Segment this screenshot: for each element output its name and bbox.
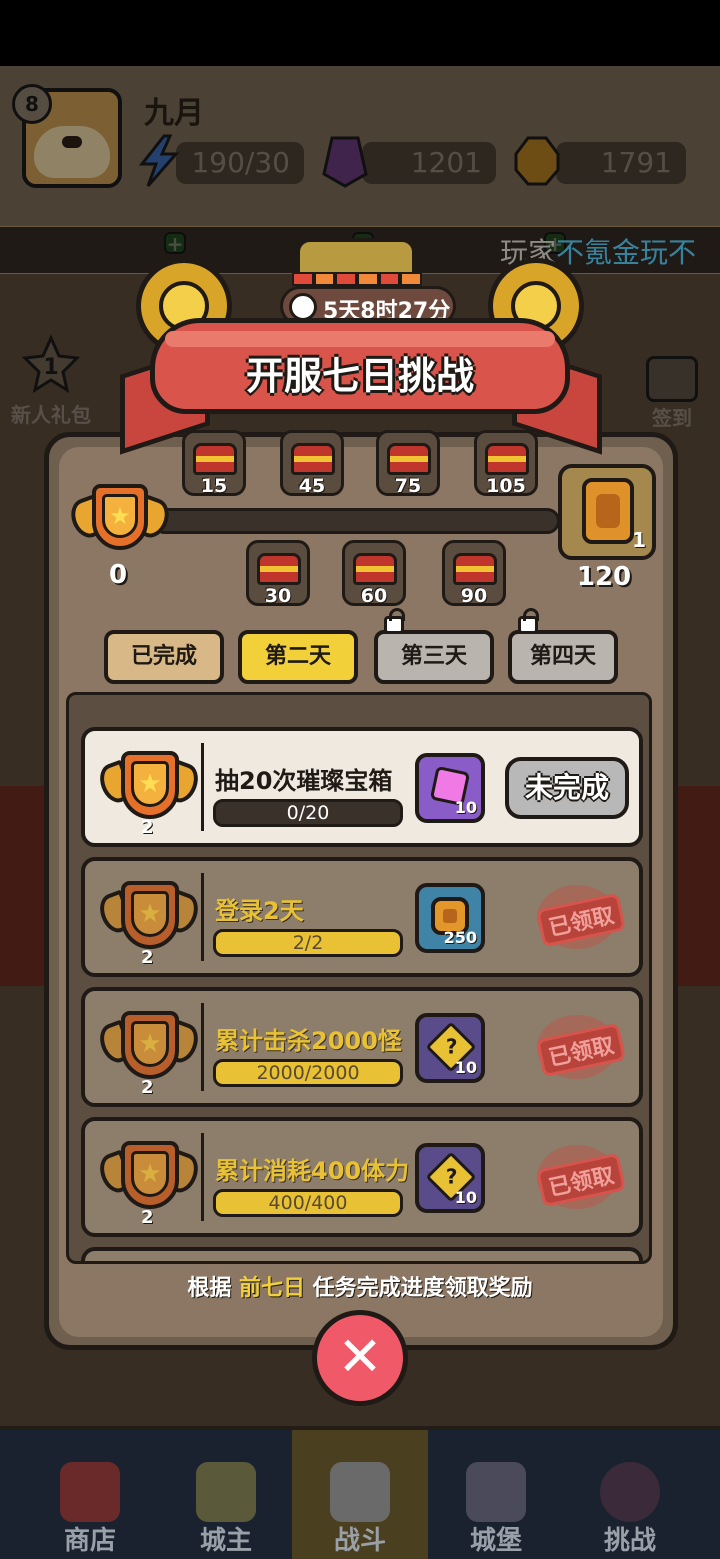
lock-icon [384, 608, 405, 634]
nav-battle[interactable]: 战斗 [292, 1430, 428, 1559]
stripe-decoration [292, 272, 423, 286]
task-reward[interactable]: ? 10 [415, 1013, 485, 1083]
nav-castle[interactable]: 城堡 [428, 1430, 564, 1559]
tab-day-4-label: 第四天 [529, 644, 596, 669]
nav-battle-label: 战斗 [333, 1526, 386, 1556]
nav-challenge-label: 挑战 [603, 1526, 656, 1556]
close-button[interactable]: ✕ [312, 1310, 408, 1406]
crown-icon [196, 1462, 256, 1522]
final-reward-count: 1 [632, 528, 646, 552]
event-title-banner: 开服七日挑战 [150, 318, 570, 414]
gold-coin-icon [582, 478, 634, 544]
nav-challenge[interactable]: 挑战 [562, 1430, 698, 1559]
tab-completed-label: 已完成 [130, 644, 197, 669]
task-reward[interactable]: ? 10 [415, 1143, 485, 1213]
task-progress: 2/2 [213, 929, 403, 957]
task-incomplete-button[interactable]: 未完成 [505, 757, 629, 819]
points-badge-icon: ★ [66, 484, 174, 558]
close-icon: ✕ [337, 1325, 383, 1388]
task-progress: 0/20 [213, 799, 403, 827]
chest-icon [257, 553, 301, 585]
demon-icon [600, 1462, 660, 1522]
nav-lord-label: 城主 [199, 1526, 252, 1556]
milestone-chest-30[interactable]: 30 [246, 540, 310, 607]
task-reward[interactable]: 250 [415, 883, 485, 953]
event-hint: 根据 前七日 任务完成进度领取奖励 [0, 1270, 720, 1302]
task-item: ★ 2 累计消耗400体力 400/400 ? 10 已领取 [81, 1117, 643, 1237]
reward-count: 10 [454, 1058, 477, 1077]
final-reward-box[interactable]: 1 [558, 464, 656, 560]
task-list[interactable]: ★ 2 抽20次璀璨宝箱 0/20 10 未完成 ★ 2 登录2天 2/2 25… [66, 692, 652, 1264]
milestone-chest-90[interactable]: 90 [442, 540, 506, 607]
tab-completed[interactable]: 已完成 [104, 630, 224, 684]
nav-castle-label: 城堡 [469, 1526, 522, 1556]
task-item: ★ 2 累计击杀2000怪 2000/2000 ? 10 已领取 [81, 987, 643, 1107]
nav-shop[interactable]: 商店 [22, 1430, 158, 1559]
task-points: 2 [141, 947, 154, 968]
tab-day-4[interactable]: 第四天 [508, 608, 618, 684]
task-title: 登录2天 [215, 897, 304, 925]
current-points: 0 [108, 560, 128, 590]
task-points: 2 [141, 1077, 154, 1098]
milestone-chest-15[interactable]: 15 [182, 430, 246, 497]
nav-shop-label: 商店 [63, 1526, 116, 1556]
milestone-value: 90 [460, 585, 488, 607]
castle-icon [466, 1462, 526, 1522]
reward-count: 250 [443, 928, 477, 947]
milestone-value: 105 [486, 475, 526, 497]
task-divider [201, 743, 204, 831]
reward-count: 10 [454, 1188, 477, 1207]
task-points: 2 [141, 1207, 154, 1228]
task-points: 2 [141, 817, 154, 838]
milestone-chest-45[interactable]: 45 [280, 430, 344, 497]
chest-icon [291, 443, 335, 475]
task-divider [201, 873, 204, 961]
task-item: ★ 2 抽20次璀璨宝箱 0/20 10 未完成 [81, 727, 643, 847]
crossed-swords-icon [330, 1462, 390, 1522]
clock-icon [289, 293, 317, 321]
event-progress-bar [152, 508, 560, 534]
bottom-nav: 商店 城主 战斗 城堡 挑战 [0, 1430, 720, 1559]
milestone-value: 30 [264, 585, 292, 607]
tab-day-2-label: 第二天 [264, 644, 331, 669]
event-title: 开服七日挑战 [245, 354, 474, 398]
task-divider [201, 1003, 204, 1091]
task-divider [201, 1133, 204, 1221]
milestone-value: 60 [360, 585, 388, 607]
chest-icon [387, 443, 431, 475]
final-reward-required: 120 [576, 562, 632, 592]
task-reward[interactable]: 10 [415, 753, 485, 823]
milestone-value: 75 [394, 475, 422, 497]
chest-icon [485, 443, 529, 475]
shop-icon [60, 1462, 120, 1522]
nav-lord[interactable]: 城主 [158, 1430, 294, 1559]
task-item-partial [81, 1247, 643, 1261]
task-progress: 400/400 [213, 1189, 403, 1217]
tab-day-2[interactable]: 第二天 [238, 630, 358, 684]
chest-icon [353, 553, 397, 585]
task-title: 抽20次璀璨宝箱 [215, 767, 393, 795]
task-title: 累计击杀2000怪 [215, 1027, 402, 1055]
task-progress: 2000/2000 [213, 1059, 403, 1087]
task-title: 累计消耗400体力 [215, 1157, 410, 1185]
milestone-value: 15 [200, 475, 228, 497]
status-bar [0, 0, 720, 66]
milestone-chest-75[interactable]: 75 [376, 430, 440, 497]
task-item: ★ 2 登录2天 2/2 250 已领取 [81, 857, 643, 977]
hint-highlight: 前七日 [238, 1276, 305, 1301]
tab-day-3[interactable]: 第三天 [374, 608, 494, 684]
hint-suffix: 任务完成进度领取奖励 [305, 1276, 533, 1301]
tab-day-3-label: 第三天 [400, 644, 467, 669]
milestone-chest-105[interactable]: 105 [474, 430, 538, 497]
chest-icon [453, 553, 497, 585]
milestone-chest-60[interactable]: 60 [342, 540, 406, 607]
lock-icon [518, 608, 539, 634]
hint-prefix: 根据 [187, 1276, 239, 1301]
reward-count: 10 [454, 798, 477, 817]
milestone-value: 45 [298, 475, 326, 497]
chest-icon [193, 443, 237, 475]
